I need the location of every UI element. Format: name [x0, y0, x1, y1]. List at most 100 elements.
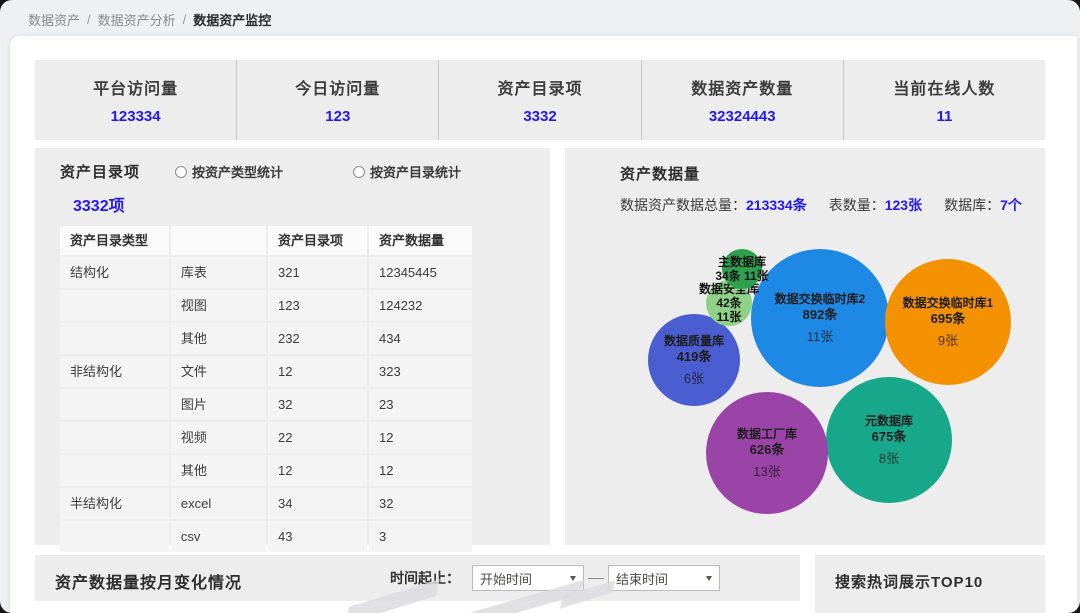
table-cell: 12: [268, 356, 367, 387]
stat-value: 32324443: [709, 108, 776, 125]
table-header-cell: 资产数据量: [369, 226, 472, 255]
bubble-name: 元数据库: [865, 414, 913, 429]
bubble-name: 数据质量库: [664, 334, 724, 349]
bubble-records: 42条: [716, 296, 741, 310]
table-cell: 12: [369, 455, 472, 486]
bubble-数据交换临时库2[interactable]: 数据交换临时库2892条11张: [751, 249, 889, 387]
breadcrumb-item-analysis[interactable]: 数据资产分析: [98, 10, 176, 29]
stat-cell-3: 数据资产数量 32324443: [641, 60, 843, 140]
stat-value: 123334: [111, 108, 161, 125]
bubble-label: 数据交换临时库2892条11张: [775, 292, 866, 345]
end-time-input[interactable]: 结束时间: [608, 565, 720, 591]
table-cell: 323: [369, 356, 472, 387]
app-frame: 数据资产 / 数据资产分析 / 数据资产监控 平台访问量123334今日访问量1…: [0, 0, 1080, 613]
bubble-name: 主数据库: [718, 255, 766, 269]
stat-cell-1: 今日访问量123: [236, 60, 438, 140]
stat-cell-4: 当前在线人数11: [843, 60, 1045, 140]
bubble-records: 892条: [803, 307, 838, 323]
bubble-tables: 9张: [938, 333, 958, 349]
table-row: 图片3223: [60, 389, 472, 420]
bubble-tables: 11张: [717, 310, 742, 324]
table-row: 其他232434: [60, 323, 472, 354]
stat-cell-0: 平台访问量123334: [35, 60, 236, 140]
stat-label: 数据资产数量: [691, 75, 793, 99]
table-cell: [60, 323, 169, 354]
table-cell: 43: [268, 521, 367, 552]
table-cell: 12: [268, 455, 367, 486]
table-cell: excel: [171, 488, 266, 519]
bubble-records: 626条: [750, 442, 785, 458]
table-cell: 321: [268, 257, 367, 288]
table-cell: 124232: [369, 290, 472, 321]
bubble-name: 数据交换临时库1: [903, 296, 994, 311]
monthly-panel-title: 资产数据量按月变化情况: [55, 569, 242, 593]
breadcrumb-separator: /: [183, 12, 187, 27]
breadcrumb-item-data-asset[interactable]: 数据资产: [28, 10, 80, 29]
radio-circle-icon[interactable]: [175, 166, 187, 178]
bubble-values: 34条 11张: [715, 269, 768, 283]
table-cell: 视频: [171, 422, 266, 453]
bubble-label: 数据工厂库626条 13张: [737, 427, 797, 480]
bubble-数据工厂库[interactable]: 数据工厂库626条 13张: [706, 392, 828, 514]
hotwords-panel-title: 搜索热词展示TOP10: [835, 571, 983, 592]
bubble-records: 419条: [677, 349, 712, 365]
bubble-主数据库[interactable]: 主数据库34条 11张: [722, 249, 762, 289]
table-cell: [60, 422, 169, 453]
radio-circle-icon[interactable]: [353, 166, 365, 178]
bubble-label: 数据交换临时库1695条 9张: [903, 296, 994, 349]
bubble-元数据库[interactable]: 元数据库675条8张: [826, 377, 952, 503]
bubble-tables: 6张: [684, 371, 704, 387]
table-cell: [60, 521, 169, 552]
table-cell: 视图: [171, 290, 266, 321]
catalog-panel: 资产目录项 按资产类型统计按资产目录统计 3332项 资产目录类型资产目录项资产…: [35, 148, 550, 545]
table-cell: 23: [369, 389, 472, 420]
table-cell: 232: [268, 323, 367, 354]
breadcrumb-separator: /: [87, 12, 91, 27]
table-cell: 12345445: [369, 257, 472, 288]
table-row: 半结构化excel3432: [60, 488, 472, 519]
table-header-cell: [171, 226, 266, 255]
table-header-row: 资产目录类型资产目录项资产数据量: [60, 226, 472, 255]
table-cell: csv: [171, 521, 266, 552]
table-cell: 3: [369, 521, 472, 552]
radio-option-1[interactable]: 按资产目录统计: [353, 162, 461, 181]
chevron-down-icon: [570, 576, 576, 581]
bubble-label: 数据质量库419条 6张: [664, 334, 724, 387]
table-row: 视图123124232: [60, 290, 472, 321]
table-cell: 123: [268, 290, 367, 321]
table-row: 视频2212: [60, 422, 472, 453]
bubble-records: 675条: [872, 429, 907, 445]
stats-bar: 平台访问量123334今日访问量123资产目录项3332 数据资产数量 323244…: [35, 60, 1045, 140]
bubble-数据交换临时库1[interactable]: 数据交换临时库1695条 9张: [885, 259, 1011, 385]
table-cell: 32: [369, 488, 472, 519]
table-cell: 非结构化: [60, 356, 169, 387]
table-cell: 其他: [171, 323, 266, 354]
radio-option-0[interactable]: 按资产类型统计: [175, 162, 283, 181]
radio-label: 按资产类型统计: [192, 162, 283, 181]
stat-label: 资产目录项: [498, 75, 583, 99]
catalog-panel-title: 资产目录项: [60, 161, 140, 182]
table-header-cell: 资产目录项: [268, 226, 367, 255]
table-cell: 文件: [171, 356, 266, 387]
table-cell: 结构化: [60, 257, 169, 288]
bubble-数据质量库[interactable]: 数据质量库419条 6张: [648, 314, 740, 406]
table-cell: 库表: [171, 257, 266, 288]
table-cell: 12: [369, 422, 472, 453]
bubble-tables: 13张: [753, 464, 780, 480]
end-time-placeholder: 结束时间: [616, 569, 668, 588]
table-row: 其他1212: [60, 455, 472, 486]
bubble-label: 元数据库675条8张: [865, 414, 913, 467]
bubble-name: 数据工厂库: [737, 427, 797, 442]
stat-cell-2: 资产目录项3332: [438, 60, 640, 140]
stat-label: 今日访问量: [295, 75, 380, 99]
table-cell: [60, 455, 169, 486]
asset-bubble-chart: 数据交换临时库2892条11张数据交换临时库1695条9张元数据库675条8张数…: [565, 148, 1045, 545]
breadcrumb: 数据资产 / 数据资产分析 / 数据资产监控: [28, 9, 271, 29]
table-cell: [60, 290, 169, 321]
chevron-down-icon: [706, 576, 712, 581]
table-cell: 434: [369, 323, 472, 354]
table-cell: 图片: [171, 389, 266, 420]
bubble-name: 数据交换临时库2: [775, 292, 866, 307]
time-range-connector: [588, 578, 604, 579]
bubble-records: 695条: [931, 311, 966, 327]
